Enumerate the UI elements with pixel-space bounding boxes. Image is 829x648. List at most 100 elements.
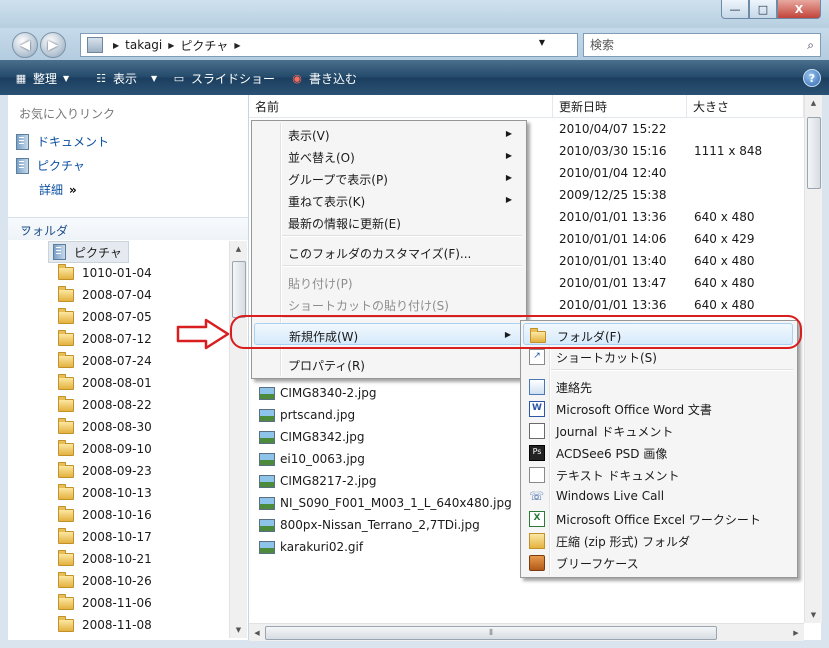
submenu-arrow-icon: ▶ <box>505 195 512 204</box>
favorite-link-pictures[interactable]: ピクチャ <box>16 157 85 174</box>
submenu-arrow-icon: ▶ <box>505 129 512 138</box>
menu-item-refresh[interactable]: 最新の情報に更新(E) <box>254 211 522 233</box>
tree-item-folder[interactable]: 2008-10-26 <box>58 571 152 591</box>
burn-disc-icon: ◉ <box>292 71 302 85</box>
command-bar: ▦ 整理 ▼ ☷ 表示 ▼ ▭ スライドショー ◉ 書き込む ? <box>0 60 829 95</box>
submenu-item-label: Microsoft Office Excel ワークシート <box>556 513 761 527</box>
folder-icon <box>58 417 74 434</box>
tree-item-folder[interactable]: 2008-11-06 <box>58 593 152 613</box>
tree-item-folder[interactable]: 2008-08-30 <box>58 417 152 437</box>
views-button[interactable]: ☷ 表示 ▼ <box>94 70 157 87</box>
scroll-right-icon[interactable]: ▶ <box>788 624 804 641</box>
tree-item-folder[interactable]: 2008-09-23 <box>58 461 152 481</box>
tree-item-folder[interactable]: 2008-10-17 <box>58 527 152 547</box>
file-list-horizontal-scrollbar[interactable]: ◀ ⦀ ▶ <box>249 623 804 641</box>
submenu-item-label: Microsoft Office Word 文書 <box>556 403 712 417</box>
tree-item-folder[interactable]: 2008-10-13 <box>58 483 152 503</box>
column-header-date[interactable]: 更新日時 <box>553 95 687 118</box>
close-button[interactable]: X <box>777 0 821 19</box>
tree-item-folder[interactable]: 2008-08-01 <box>58 373 152 393</box>
folders-header[interactable]: フォルダ ⌄ <box>8 217 248 240</box>
title-bar: — □ X <box>0 0 829 28</box>
menu-item-view[interactable]: 表示(V) ▶ <box>254 123 522 145</box>
favorite-link-documents[interactable]: ドキュメント <box>16 133 109 150</box>
file-date: 2010/01/04 12:40 <box>559 166 667 180</box>
breadcrumb-pictures[interactable]: ピクチャ <box>180 37 228 54</box>
help-icon[interactable]: ? <box>803 69 821 87</box>
menu-item-stack-by[interactable]: 重ねて表示(K) ▶ <box>254 189 522 211</box>
tree-item-folder[interactable]: 1010-01-04 <box>58 263 152 283</box>
file-list-vertical-scrollbar[interactable]: ▲ ▼ <box>804 95 822 623</box>
file-size: 640 x 480 <box>694 210 755 224</box>
chevron-down-icon[interactable]: ⌄ <box>20 221 240 234</box>
new-submenu-item[interactable]: Ps ACDSee6 PSD 画像 <box>523 441 793 463</box>
breadcrumb-separator-icon[interactable]: ▶ <box>234 41 240 50</box>
minimize-button[interactable]: — <box>721 0 749 19</box>
image-file-icon <box>259 430 275 444</box>
new-submenu-item[interactable]: ブリーフケース <box>523 551 793 573</box>
tree-item-label: 2008-08-22 <box>82 398 152 412</box>
tree-item-folder[interactable]: 2008-09-10 <box>58 439 152 459</box>
slideshow-button[interactable]: ▭ スライドショー <box>172 70 275 87</box>
new-submenu-item[interactable]: テキスト ドキュメント <box>523 463 793 485</box>
tree-item-folder[interactable]: 2008-07-24 <box>58 351 152 371</box>
address-bar[interactable]: ▶ takagi ▶ ピクチャ ▶ ▼ ↻ <box>80 33 653 57</box>
search-icon[interactable]: ⌕ <box>807 38 814 53</box>
folder-icon <box>58 483 74 500</box>
new-submenu-item[interactable]: X Microsoft Office Excel ワークシート <box>523 507 793 529</box>
burn-button[interactable]: ◉ 書き込む <box>290 70 357 87</box>
psd-image-icon: Ps <box>529 445 545 461</box>
search-box[interactable]: ⌕ <box>583 33 821 57</box>
column-header-name[interactable]: 名前 <box>249 95 553 118</box>
annotation-arrow-icon <box>176 318 230 350</box>
address-history-dropdown-icon[interactable]: ▼ <box>539 38 545 47</box>
new-submenu-item[interactable]: ☏ Windows Live Call <box>523 485 793 507</box>
back-button[interactable]: ◀ <box>12 32 38 58</box>
organize-button[interactable]: ▦ 整理 ▼ <box>14 70 69 87</box>
new-submenu-item[interactable]: Journal ドキュメント <box>523 419 793 441</box>
address-row: ◀ ▶ ▶ takagi ▶ ピクチャ ▶ ▼ ↻ ⌕ <box>0 28 829 60</box>
forward-button[interactable]: ▶ <box>40 32 66 58</box>
scroll-down-icon[interactable]: ▼ <box>805 607 822 623</box>
scroll-up-icon[interactable]: ▲ <box>230 241 247 257</box>
new-submenu-item[interactable]: W Microsoft Office Word 文書 <box>523 397 793 419</box>
tree-item-folder[interactable]: 2008-07-04 <box>58 285 152 305</box>
menu-item-properties[interactable]: プロパティ(R) <box>254 353 522 375</box>
breadcrumb-takagi[interactable]: takagi <box>125 38 162 52</box>
menu-item-customize-folder[interactable]: このフォルダのカスタマイズ(F)... <box>254 241 522 263</box>
more-links-button[interactable]: 詳細 » <box>39 181 77 198</box>
tree-item-pictures-selected[interactable]: ピクチャ <box>48 241 129 263</box>
organize-icon: ▦ <box>15 71 27 85</box>
tree-item-label: 1010-01-04 <box>82 266 152 280</box>
new-submenu-item[interactable]: 圧縮 (zip 形式) フォルダ <box>523 529 793 551</box>
scrollbar-thumb[interactable] <box>807 117 821 189</box>
scroll-left-icon[interactable]: ◀ <box>249 624 265 641</box>
scrollbar-thumb[interactable]: ⦀ <box>265 626 717 640</box>
folder-icon <box>58 263 74 280</box>
menu-item-paste[interactable]: 貼り付け(P) <box>254 271 522 293</box>
tree-item-folder[interactable]: 2008-10-16 <box>58 505 152 525</box>
window-controls: — □ X <box>721 0 821 19</box>
tree-item-folder[interactable]: 2008-10-21 <box>58 549 152 569</box>
scroll-down-icon[interactable]: ▼ <box>230 622 247 638</box>
breadcrumb-separator-icon[interactable]: ▶ <box>168 41 174 50</box>
scrollbar-thumb[interactable] <box>232 261 246 318</box>
menu-item-sort-by[interactable]: 並べ替え(O) ▶ <box>254 145 522 167</box>
folder-tree-scrollbar[interactable]: ▲ ▼ <box>229 241 247 638</box>
tree-item-folder[interactable]: 2008-07-05 <box>58 307 152 327</box>
breadcrumb-separator-icon[interactable]: ▶ <box>113 41 119 50</box>
column-header-size[interactable]: 大きさ <box>687 95 804 118</box>
file-date: 2010/01/01 13:40 <box>559 254 667 268</box>
menu-item-paste-shortcut[interactable]: ショートカットの貼り付け(S) <box>254 293 522 315</box>
menu-item-label: ショートカットの貼り付け(S) <box>288 299 449 313</box>
menu-item-group-by[interactable]: グループで表示(P) ▶ <box>254 167 522 189</box>
tree-item-folder[interactable]: 2008-11-08 <box>58 615 152 635</box>
tree-item-folder[interactable]: 2008-08-22 <box>58 395 152 415</box>
maximize-button[interactable]: □ <box>749 0 777 19</box>
search-input[interactable] <box>588 37 792 53</box>
new-submenu-item[interactable]: 連絡先 <box>523 375 793 397</box>
new-submenu: フォルダ(F) ↗ ショートカット(S) 連絡先 W Microsoft Office W… <box>520 320 798 578</box>
submenu-item-label: Windows Live Call <box>556 489 665 503</box>
tree-item-folder[interactable]: 2008-07-12 <box>58 329 152 349</box>
scroll-up-icon[interactable]: ▲ <box>805 95 822 111</box>
